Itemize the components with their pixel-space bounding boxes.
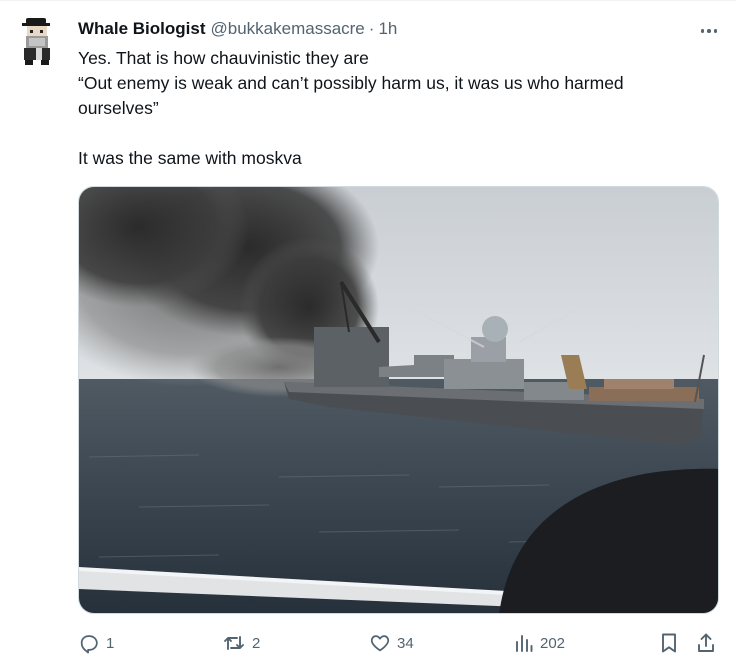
share-button[interactable] bbox=[696, 628, 716, 658]
avatar[interactable] bbox=[16, 14, 60, 68]
tweet-line: It was the same with moskva bbox=[78, 148, 302, 168]
tweet-photo[interactable] bbox=[78, 186, 719, 614]
heart-icon bbox=[369, 632, 391, 654]
reply-icon bbox=[78, 632, 100, 654]
views-count: 202 bbox=[540, 634, 566, 652]
like-button[interactable]: 34 bbox=[369, 628, 414, 658]
display-name[interactable]: Whale Biologist bbox=[78, 19, 206, 39]
repost-count: 2 bbox=[252, 634, 261, 652]
like-count: 34 bbox=[397, 634, 414, 652]
tweet-header: Whale Biologist @bukkakemassacre · 1h bbox=[78, 19, 397, 41]
tweet-line: “Out enemy is weak and can’t possibly ha… bbox=[78, 73, 624, 118]
divider bbox=[0, 0, 736, 1]
tweet-actions: 1 2 34 202 bbox=[78, 628, 718, 658]
analytics-icon bbox=[514, 633, 534, 653]
bookmark-icon bbox=[659, 632, 679, 654]
bookmark-button[interactable] bbox=[659, 628, 679, 658]
more-options-icon[interactable] bbox=[696, 22, 722, 40]
views-button[interactable]: 202 bbox=[514, 628, 565, 658]
handle[interactable]: @bukkakemassacre bbox=[211, 19, 365, 39]
timestamp[interactable]: 1h bbox=[378, 19, 397, 39]
repost-button[interactable]: 2 bbox=[222, 628, 260, 658]
tweet-line: Yes. That is how chauvinistic they are bbox=[78, 48, 369, 68]
reply-count: 1 bbox=[106, 634, 115, 652]
tweet-text: Yes. That is how chauvinistic they are “… bbox=[78, 46, 708, 171]
burning-warship-photo bbox=[79, 187, 718, 613]
share-icon bbox=[696, 632, 716, 654]
separator: · bbox=[368, 19, 375, 38]
reply-button[interactable]: 1 bbox=[78, 628, 114, 658]
repost-icon bbox=[222, 632, 246, 654]
